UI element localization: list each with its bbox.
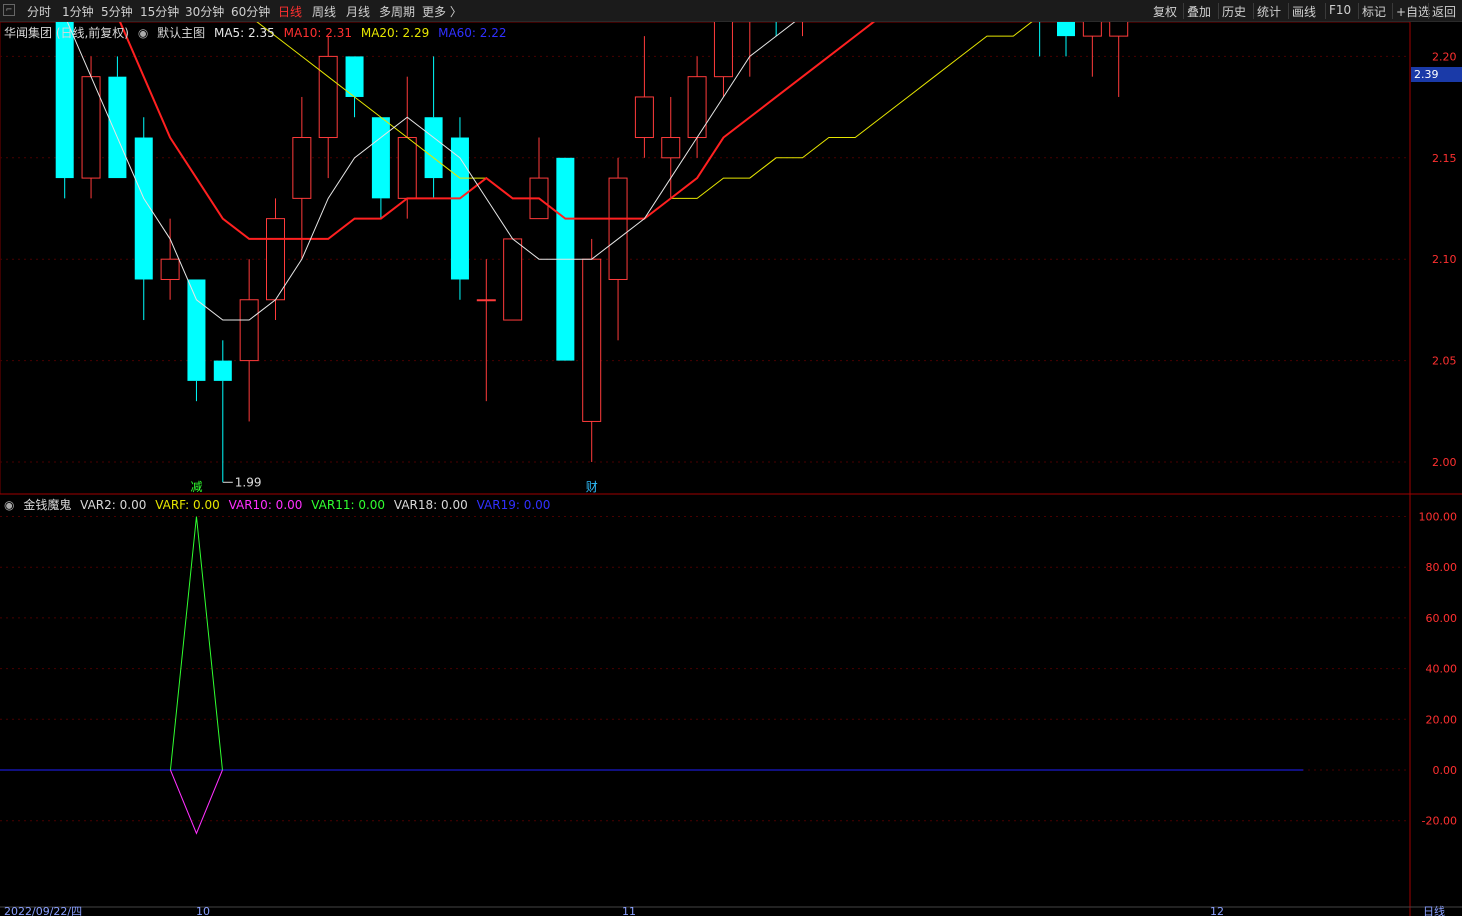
ma5-label: MA5: 2.35 (213, 26, 275, 40)
candle-body-up (608, 177, 628, 280)
candle-body-down (450, 137, 469, 280)
chart-area[interactable]: 2.352.302.252.202.152.102.052.00100.0080… (0, 22, 1462, 916)
toolbar-separator (1392, 3, 1393, 19)
dot-icon[interactable]: ◉ (138, 26, 148, 40)
candle-body-down (424, 117, 443, 179)
indicator-tick-label: 20.00 (1426, 713, 1458, 726)
indicator-name[interactable]: 金钱魔鬼 (23, 498, 71, 512)
price-tick-label: 2.05 (1432, 355, 1457, 368)
varf-label: VARF: 0.00 (155, 498, 220, 512)
event-marker-jian: 减 (190, 480, 202, 494)
toolbar-button-6[interactable]: 标记 (1362, 3, 1386, 20)
period-tab-2[interactable]: 5分钟 (101, 3, 133, 20)
candle-body-down (108, 76, 127, 179)
candle-body-up (634, 96, 654, 139)
event-marker-cai: 财 (586, 480, 598, 494)
toolbar-button-3[interactable]: 统计 (1257, 3, 1281, 20)
toolbar-separator (1358, 3, 1359, 19)
period-tab-1[interactable]: 1分钟 (62, 3, 94, 20)
kline-chart[interactable]: 2.352.302.252.202.152.102.052.00100.0080… (0, 22, 1462, 916)
ma20-line (256, 22, 1033, 220)
template-name[interactable]: 默认主图 (157, 26, 205, 40)
price-tick-label: 2.00 (1432, 456, 1457, 469)
price-tick-label: 2.10 (1432, 253, 1457, 266)
toolbar-button-1[interactable]: 叠加 (1187, 3, 1211, 20)
candle-body-up (713, 22, 733, 78)
var18-label: VAR18: 0.00 (393, 498, 468, 512)
toolbar-separator (1325, 3, 1326, 19)
date-dec: 12 (1210, 905, 1224, 916)
indicator-tick-label: 100.00 (1419, 511, 1458, 524)
var10-dip (169, 769, 223, 835)
ma20-label: MA20: 2.29 (360, 26, 430, 40)
candle-body-down (345, 56, 364, 97)
toolbar-separator (1288, 3, 1289, 19)
toolbar-separator (1218, 3, 1219, 19)
candle-body-up (160, 258, 180, 280)
low-label: 1.99 (235, 475, 262, 489)
period-tab-5[interactable]: 60分钟 (231, 3, 270, 20)
main-legend: 华闻集团 (日线,前复权) ◉ 默认主图 MA5: 2.35 MA10: 2.3… (4, 24, 512, 41)
period-label: 日线 (1423, 904, 1445, 916)
toolbar-button-8[interactable]: 返回 (1432, 3, 1456, 20)
indicator-tick-label: 0.00 (1433, 764, 1458, 777)
candle-body-up (582, 258, 602, 422)
candle-body-up (266, 218, 285, 301)
toolbar-button-4[interactable]: 画线 (1292, 3, 1316, 20)
indicator-tick-label: 80.00 (1426, 561, 1458, 574)
ma60-label: MA60: 2.22 (438, 26, 507, 40)
date-oct: 10 (196, 905, 210, 916)
current-price-tag: 2.39 (1411, 67, 1462, 82)
candle-body-up (292, 137, 312, 199)
period-tab-7[interactable]: 周线 (312, 3, 336, 20)
period-tab-6[interactable]: 日线 (278, 3, 302, 20)
stock-name[interactable]: 华闻集团 (日线,前复权) (4, 26, 129, 40)
var10-label: VAR10: 0.00 (228, 498, 303, 512)
period-tab-3[interactable]: 15分钟 (140, 3, 179, 20)
candle-body-down (213, 360, 232, 381)
var2-label: VAR2: 0.00 (80, 498, 147, 512)
candle-body-up (503, 238, 523, 321)
indicator-legend: ◉ 金钱魔鬼 VAR2: 0.00 VARF: 0.00 VAR10: 0.00… (4, 496, 555, 513)
candle-body-up (476, 299, 496, 302)
candle-body-up (1109, 22, 1129, 37)
candle-body-down (371, 117, 390, 199)
ma10-label: MA10: 2.31 (283, 26, 353, 40)
indicator-tick-label: 40.00 (1426, 663, 1458, 676)
period-tab-9[interactable]: 多周期 (379, 3, 415, 20)
toolbar-separator (1428, 3, 1429, 19)
candle-body-up (318, 55, 338, 139)
candle-body-up (239, 299, 259, 362)
indicator-tick-label: -20.00 (1422, 815, 1457, 828)
toolbar-button-5[interactable]: F10 (1329, 3, 1351, 17)
candle-body-down (1057, 22, 1075, 37)
candle-body-up (397, 137, 417, 199)
period-tab-8[interactable]: 月线 (346, 3, 370, 20)
ma5-line (66, 22, 796, 321)
ma10-line (118, 22, 876, 240)
menu-icon[interactable]: ⌐ (3, 4, 15, 16)
period-tab-0[interactable]: 分时 (27, 3, 51, 20)
price-tick-label: 2.15 (1432, 152, 1457, 165)
candle-body-up (661, 137, 681, 159)
period-tab-10[interactable]: 更多 〉 (422, 3, 462, 20)
candle-body-up (1082, 22, 1102, 37)
var11-spike (169, 516, 223, 771)
toolbar-button-0[interactable]: 复权 (1153, 3, 1177, 20)
toolbar-separator (1183, 3, 1184, 19)
toolbar-separator (1253, 3, 1254, 19)
candle-body-down (187, 279, 206, 381)
var11-label: VAR11: 0.00 (311, 498, 386, 512)
indicator-tick-label: 60.00 (1426, 612, 1458, 625)
toolbar-button-2[interactable]: 历史 (1222, 3, 1246, 20)
period-tab-4[interactable]: 30分钟 (185, 3, 224, 20)
var19-label: VAR19: 0.00 (476, 498, 551, 512)
price-tick-label: 2.20 (1432, 50, 1457, 63)
dot-icon[interactable]: ◉ (4, 498, 14, 512)
candle-body-down (55, 22, 74, 179)
toolbar-button-7[interactable]: +自选 (1396, 3, 1430, 20)
date-nov: 11 (622, 905, 636, 916)
date-start: 2022/09/22/四 (4, 905, 82, 916)
toolbar: ⌐ 分时 1分钟 5分钟 15分钟 30分钟 60分钟 日线 周线 月线 多周期 更多 〉 复权 叠加… (0, 0, 1462, 22)
